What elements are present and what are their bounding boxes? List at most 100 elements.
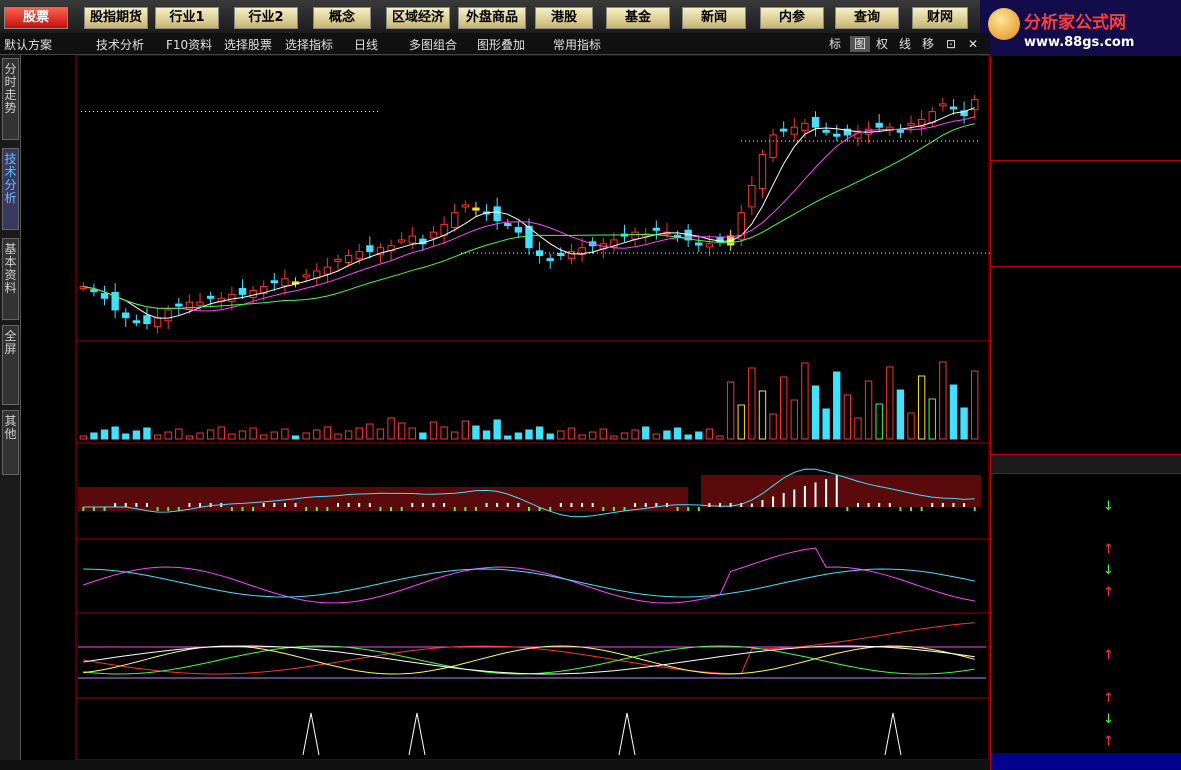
- vol-bar: [864, 380, 873, 440]
- toolbar-item-2[interactable]: F10资料: [166, 36, 212, 53]
- toolbar-item-8[interactable]: 常用指标: [553, 36, 601, 53]
- vol-bar: [79, 435, 87, 440]
- vol-bar: [143, 427, 151, 440]
- panel-frame-1: [75, 340, 990, 444]
- candle-body: [153, 317, 162, 328]
- candle-body: [249, 289, 257, 298]
- candle-body: [196, 301, 204, 306]
- tick-row-8: ↑: [991, 646, 1181, 667]
- tick-row-4: ↓: [991, 561, 1181, 582]
- chart-area[interactable]: [21, 55, 990, 760]
- toolbar-item-5[interactable]: 日线: [354, 36, 378, 53]
- vol-bar: [482, 430, 491, 440]
- nav-6[interactable]: 外盘商品: [458, 7, 526, 29]
- candle-body: [811, 116, 820, 128]
- candle-body: [896, 129, 905, 133]
- nav-4[interactable]: 概念: [313, 7, 371, 29]
- candle-body: [493, 206, 501, 221]
- left-tab-2[interactable]: 基 本 资 料: [2, 238, 19, 320]
- vol-bar: [249, 427, 257, 440]
- nav-11[interactable]: 查询: [835, 7, 899, 29]
- quote-row-5: [991, 373, 1181, 394]
- candle-body: [397, 239, 406, 243]
- vol-bar: [260, 434, 268, 440]
- ma-line-2: [83, 123, 975, 309]
- vol-bar: [971, 370, 979, 440]
- macd-band-1: [78, 487, 688, 511]
- vol-bar: [695, 431, 703, 440]
- left-tab-4[interactable]: 其 他: [2, 410, 19, 475]
- logo-url: www.88gs.com: [1024, 35, 1135, 50]
- vol-bar: [779, 376, 788, 440]
- vol-bar: [960, 407, 968, 440]
- candle-body: [758, 153, 767, 190]
- toolbar-item-3[interactable]: 选择股票: [224, 36, 272, 53]
- vol-bar: [928, 398, 936, 440]
- vol-bar: [323, 426, 332, 440]
- left-tab-1[interactable]: 技 术 分 析: [2, 148, 19, 230]
- nav-3[interactable]: 行业2: [234, 7, 298, 29]
- vol-bar: [673, 427, 682, 440]
- tick-row-12: ↑: [991, 732, 1181, 753]
- candle-body: [429, 231, 438, 239]
- candle-body: [928, 111, 936, 124]
- nav-9[interactable]: 新闻: [682, 7, 746, 29]
- vol-bar: [737, 404, 745, 440]
- left-tab-3[interactable]: 全 屏: [2, 325, 19, 405]
- toolbar-right-2[interactable]: 权: [872, 36, 892, 52]
- candle-body: [451, 212, 459, 228]
- sell-row-3: [991, 119, 1181, 140]
- toolbar-item-1[interactable]: 技术分析: [96, 36, 144, 53]
- vol-bar: [344, 430, 353, 440]
- nav-10[interactable]: 内参: [760, 7, 824, 29]
- vol-bar: [758, 390, 767, 440]
- nav-12[interactable]: 财网: [912, 7, 968, 29]
- candle-body: [122, 312, 130, 319]
- toolbar-item-0[interactable]: 默认方案: [4, 36, 52, 53]
- vol-bar: [896, 389, 905, 440]
- buy-row-2: [991, 204, 1181, 225]
- candle-body: [270, 280, 279, 284]
- tick-row-5: ↑: [991, 583, 1181, 604]
- ticks-header: [991, 454, 1181, 474]
- macd-band-2: [701, 475, 981, 507]
- toolbar-item-4[interactable]: 选择指标: [285, 36, 333, 53]
- nav-7[interactable]: 港股: [535, 7, 593, 29]
- vol-bar: [875, 403, 883, 440]
- candle-body: [355, 251, 363, 260]
- toolbar-item-7[interactable]: 图形叠加: [477, 36, 525, 53]
- vol-bar: [822, 408, 830, 440]
- tick-arrow-icon: ↑: [1103, 648, 1114, 664]
- toolbar-right-4[interactable]: 移: [918, 36, 938, 52]
- tick-row-3: ↑: [991, 540, 1181, 561]
- toolbar-right-5[interactable]: ⊡: [941, 36, 961, 52]
- buy-row-4: [991, 246, 1181, 267]
- candle-body: [790, 126, 798, 135]
- nav-2[interactable]: 行业1: [155, 7, 219, 29]
- toolbar-right-6[interactable]: ✕: [963, 36, 983, 52]
- toolbar-right-1[interactable]: 图: [850, 36, 870, 52]
- vol-bar: [631, 429, 639, 440]
- tick-row-11: ↓: [991, 710, 1181, 731]
- toolbar-right-0[interactable]: 标: [825, 36, 845, 52]
- vol-bar: [408, 427, 416, 440]
- candle-body: [949, 106, 958, 110]
- tick-arrow-icon: ↑: [1103, 584, 1114, 600]
- toolbar-item-6[interactable]: 多图组合: [409, 36, 457, 53]
- nav-1[interactable]: 股指期货: [84, 7, 148, 29]
- chart-svg: [21, 55, 990, 760]
- nav-8[interactable]: 基金: [606, 7, 670, 29]
- vol-bar: [228, 433, 236, 440]
- toolbar-right-3[interactable]: 线: [895, 36, 915, 52]
- vol-bar: [578, 434, 586, 440]
- quote-row-7: [991, 415, 1181, 436]
- nav-0[interactable]: 股票: [4, 7, 68, 29]
- vol-bar: [504, 435, 512, 440]
- dmi-line-3: [83, 645, 975, 675]
- buy-row-3: [991, 225, 1181, 246]
- ma-line-0: [83, 107, 975, 319]
- jx-line-1: [83, 547, 975, 604]
- tick-arrow-icon: ↑: [1103, 691, 1114, 706]
- left-tab-0[interactable]: 分 时 走 势: [2, 58, 19, 140]
- nav-5[interactable]: 区域经济: [386, 7, 450, 29]
